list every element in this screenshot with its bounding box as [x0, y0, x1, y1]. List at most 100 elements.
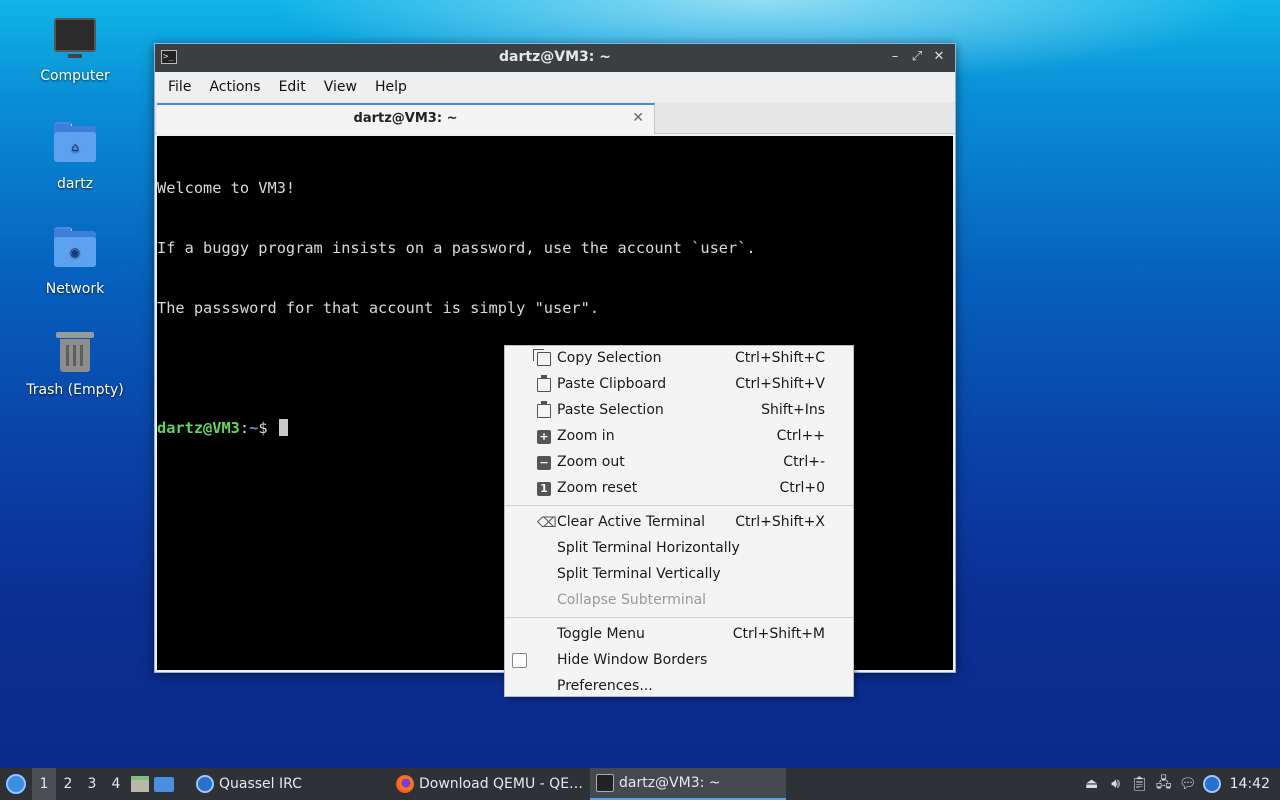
- menu-item-label: Collapse Subterminal: [557, 592, 707, 608]
- prompt-user-host: dartz@VM3: [157, 419, 240, 437]
- desktop-icon-computer[interactable]: Computer: [20, 18, 130, 84]
- menu-actions[interactable]: Actions: [200, 79, 269, 95]
- menu-item-label: Paste Clipboard: [557, 376, 667, 392]
- prompt-path: ~: [249, 419, 259, 437]
- start-menu-button[interactable]: [0, 768, 32, 800]
- menu-item-clear-active-terminal[interactable]: ⌫ Clear Active Terminal Ctrl+Shift+X: [505, 510, 853, 536]
- zoom-in-icon: +: [537, 430, 551, 444]
- trash-icon: [53, 332, 97, 376]
- menu-item-label: Preferences...: [557, 678, 653, 694]
- menu-item-shortcut: Ctrl+Shift+C: [735, 350, 825, 366]
- desktop-icon-label: dartz: [56, 176, 94, 192]
- task-label: Download QEMU - QE…: [419, 776, 584, 792]
- desktop-icon: [154, 776, 174, 792]
- quassel-tray-icon[interactable]: [1200, 768, 1224, 800]
- updates-icon[interactable]: 💬︎: [1176, 768, 1200, 800]
- close-button[interactable]: ✕: [931, 47, 947, 67]
- menu-item-label: Split Terminal Horizontally: [557, 540, 740, 556]
- desktop-icon-label: Network: [45, 281, 105, 297]
- paste-icon: [537, 401, 551, 418]
- menu-item-label: Zoom out: [557, 454, 625, 470]
- menu-item-split-horizontally[interactable]: Split Terminal Horizontally: [505, 536, 853, 562]
- menu-item-label: Clear Active Terminal: [557, 514, 705, 530]
- network-folder-icon: ◉: [53, 227, 97, 275]
- menu-item-shortcut: Ctrl+0: [779, 480, 825, 496]
- menu-item-label: Copy Selection: [557, 350, 662, 366]
- firefox-icon: [396, 775, 414, 793]
- menubar: File Actions Edit View Help: [155, 72, 955, 102]
- volume-icon[interactable]: 🔊︎: [1104, 768, 1128, 800]
- quassel-icon: [196, 775, 214, 793]
- menu-separator: [505, 505, 853, 506]
- zoom-reset-icon: 1: [537, 482, 551, 496]
- show-desktop-button[interactable]: [152, 768, 176, 800]
- menu-item-hide-window-borders[interactable]: Hide Window Borders: [505, 648, 853, 674]
- menu-file[interactable]: File: [159, 79, 200, 95]
- menu-item-toggle-menu[interactable]: Toggle Menu Ctrl+Shift+M: [505, 622, 853, 648]
- prompt-colon: :: [239, 419, 250, 437]
- terminal-line: If a buggy program insists on a password…: [157, 239, 756, 257]
- menu-view[interactable]: View: [315, 79, 366, 95]
- menu-item-paste-selection[interactable]: Paste Selection Shift+Ins: [505, 398, 853, 424]
- paste-icon: [537, 375, 551, 392]
- task-label: Quassel IRC: [219, 776, 302, 792]
- menu-item-zoom-in[interactable]: + Zoom in Ctrl++: [505, 424, 853, 450]
- hide-borders-checkbox[interactable]: [512, 653, 527, 668]
- computer-icon: [53, 18, 97, 62]
- menu-item-label: Paste Selection: [557, 402, 664, 418]
- menu-item-copy-selection[interactable]: Copy Selection Ctrl+Shift+C: [505, 346, 853, 372]
- terminal-icon: [596, 774, 614, 792]
- zoom-out-icon: −: [537, 456, 551, 470]
- workspace-4[interactable]: 4: [104, 768, 128, 800]
- menu-item-label: Toggle Menu: [557, 626, 645, 642]
- file-manager-launcher[interactable]: [128, 768, 152, 800]
- menu-item-zoom-out[interactable]: − Zoom out Ctrl+-: [505, 450, 853, 476]
- task-terminal[interactable]: dartz@VM3: ~: [590, 768, 786, 800]
- file-manager-icon: [131, 776, 149, 792]
- menu-item-label: Hide Window Borders: [557, 652, 708, 668]
- tab-terminal[interactable]: dartz@VM3: ~ ✕: [157, 103, 655, 134]
- clipboard-icon[interactable]: 📋︎: [1128, 768, 1152, 800]
- lubuntu-logo-icon: [6, 774, 26, 794]
- menu-item-shortcut: Ctrl+-: [783, 454, 825, 470]
- clock[interactable]: 14:42: [1224, 776, 1280, 792]
- menu-item-shortcut: Ctrl+Shift+V: [735, 376, 825, 392]
- desktop-icon-trash[interactable]: Trash (Empty): [20, 332, 130, 398]
- terminal-line: Welcome to VM3!: [157, 179, 296, 197]
- menu-item-split-vertically[interactable]: Split Terminal Vertically: [505, 562, 853, 588]
- menu-item-shortcut: Ctrl+Shift+M: [732, 626, 825, 642]
- workspace-3[interactable]: 3: [80, 768, 104, 800]
- workspace-1[interactable]: 1: [32, 768, 56, 800]
- menu-help[interactable]: Help: [366, 79, 416, 95]
- clear-icon: ⌫: [537, 515, 557, 531]
- system-tray: ⏏ 🔊︎ 📋︎ 🖧 💬︎ 14:42: [1080, 768, 1280, 800]
- maximize-button[interactable]: ⤢: [909, 47, 925, 67]
- menu-item-label: Split Terminal Vertically: [557, 566, 721, 582]
- menu-item-shortcut: Shift+Ins: [761, 402, 825, 418]
- desktop-icon-home-folder[interactable]: ⌂ dartz: [20, 122, 130, 192]
- menu-item-collapse-subterminal: Collapse Subterminal: [505, 588, 853, 614]
- terminal-line: The passsword for that account is simply…: [157, 299, 600, 317]
- menu-item-preferences[interactable]: Preferences...: [505, 674, 853, 700]
- desktop-icon-network[interactable]: ◉ Network: [20, 227, 130, 297]
- menu-edit[interactable]: Edit: [270, 79, 315, 95]
- copy-icon: [533, 349, 551, 366]
- desktop-icon-label: Trash (Empty): [26, 382, 124, 398]
- minimize-button[interactable]: –: [887, 47, 903, 67]
- menu-item-zoom-reset[interactable]: 1 Zoom reset Ctrl+0: [505, 476, 853, 502]
- task-label: dartz@VM3: ~: [619, 775, 721, 791]
- prompt-symbol: $: [258, 419, 277, 437]
- network-icon[interactable]: 🖧: [1152, 768, 1176, 800]
- text-cursor: [278, 419, 288, 436]
- window-titlebar[interactable]: >_ dartz@VM3: ~ – ⤢ ✕: [155, 44, 955, 72]
- eject-icon[interactable]: ⏏: [1080, 768, 1104, 800]
- menu-item-paste-clipboard[interactable]: Paste Clipboard Ctrl+Shift+V: [505, 372, 853, 398]
- menu-item-label: Zoom reset: [557, 480, 638, 496]
- tab-close-icon[interactable]: ✕: [632, 110, 644, 126]
- home-folder-icon: ⌂: [53, 122, 97, 170]
- workspace-2[interactable]: 2: [56, 768, 80, 800]
- menu-separator: [505, 617, 853, 618]
- task-firefox[interactable]: Download QEMU - QE…: [390, 768, 589, 800]
- menu-item-shortcut: Ctrl+Shift+X: [735, 514, 825, 530]
- task-quassel-irc[interactable]: Quassel IRC: [190, 768, 308, 800]
